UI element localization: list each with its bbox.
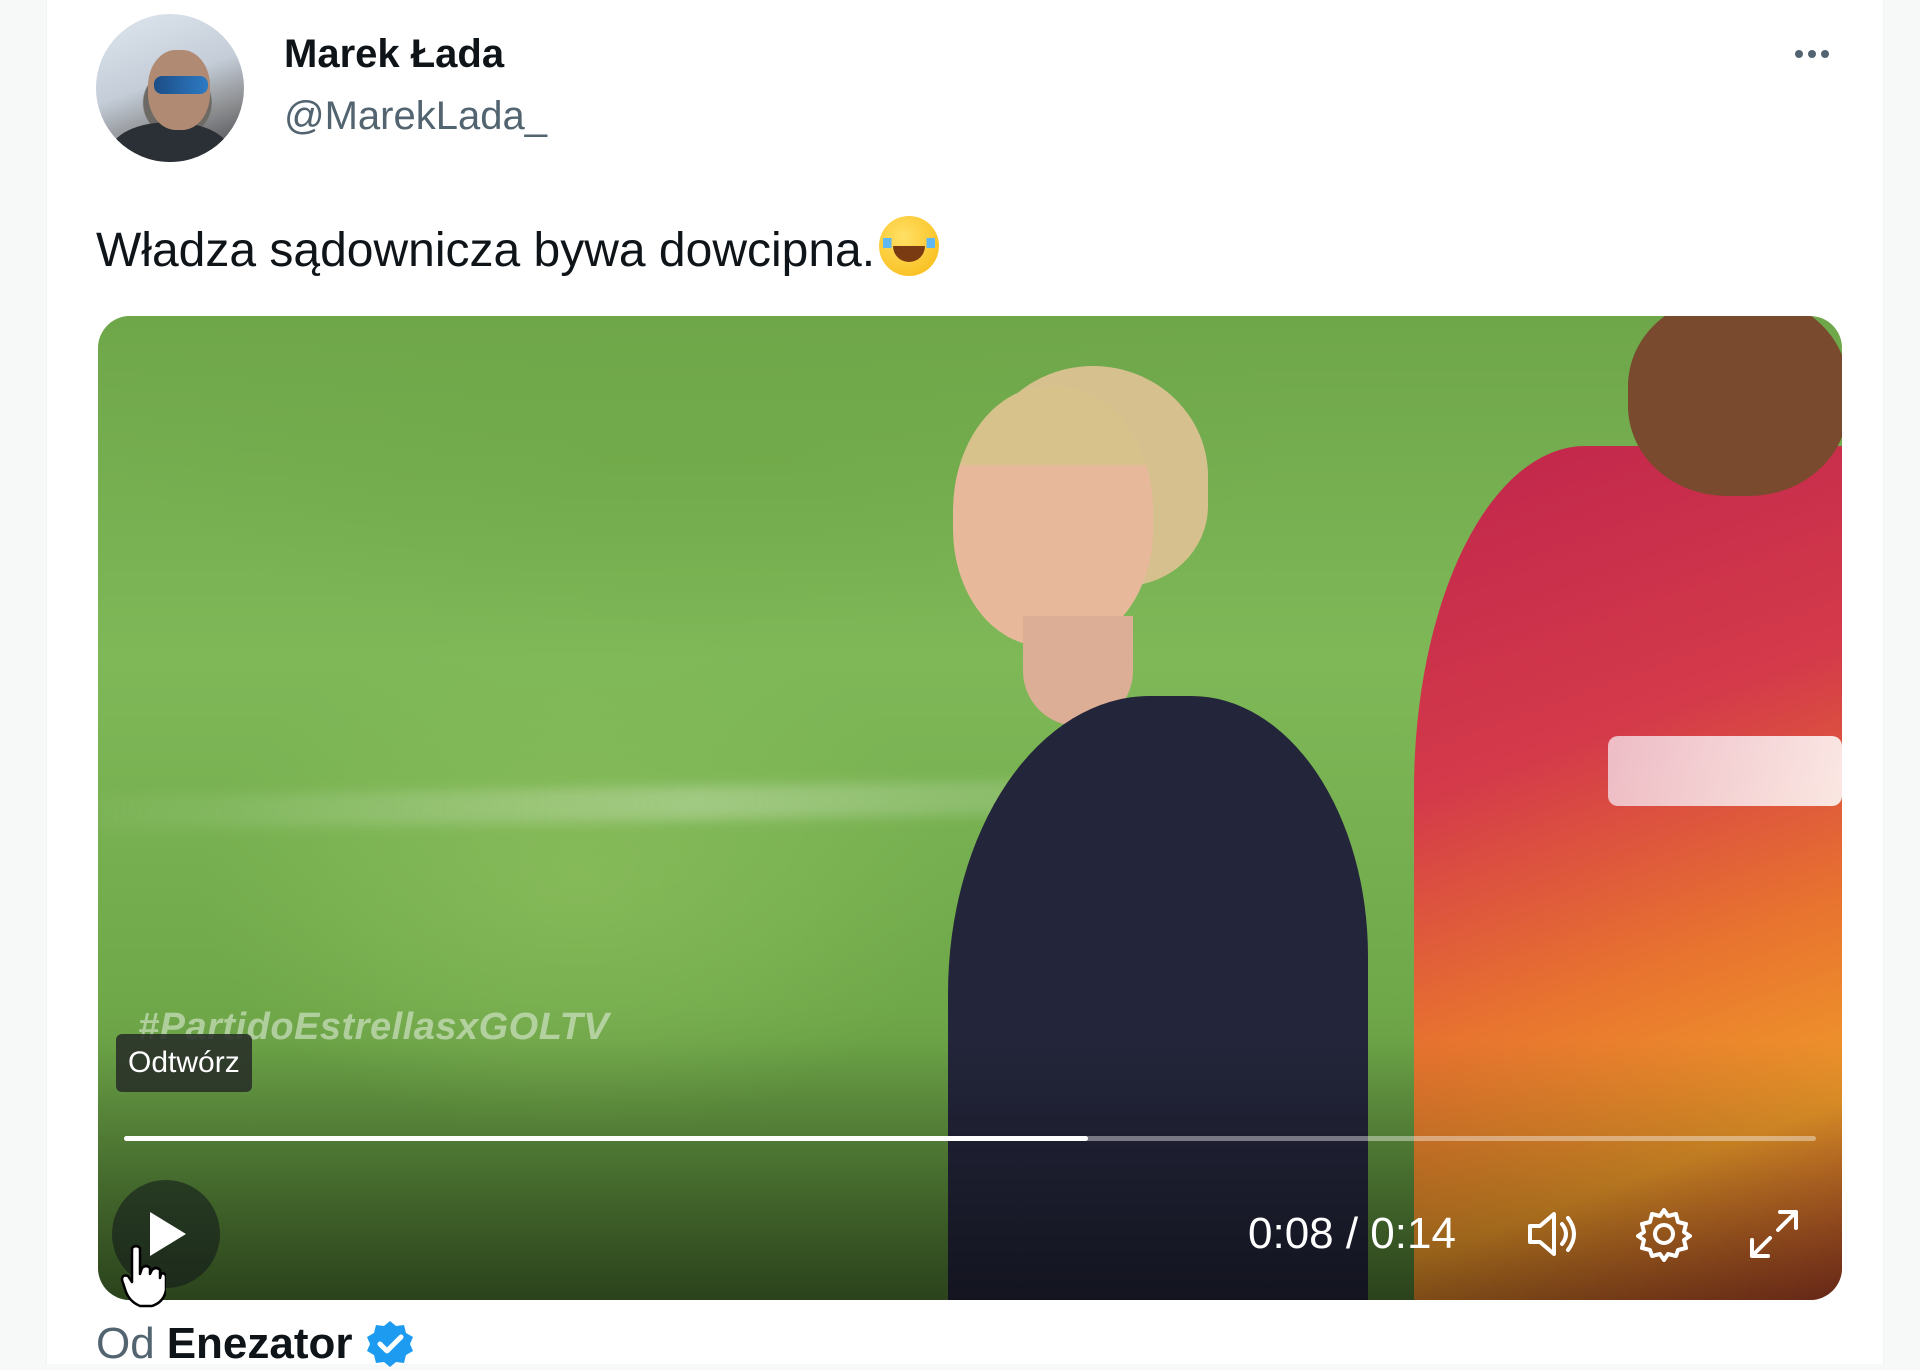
video-progress-bar[interactable]: [124, 1136, 1816, 1141]
attribution-prefix: Od: [96, 1319, 155, 1368]
video-time: 0:08 / 0:14: [1248, 1209, 1456, 1258]
video-referee-head: [953, 386, 1153, 646]
avatar[interactable]: [96, 14, 244, 162]
fullscreen-button[interactable]: [1742, 1202, 1806, 1266]
play-tooltip: Odtwórz: [116, 1034, 252, 1092]
avatar-sunglasses: [154, 76, 208, 94]
laughing-emoji-icon: [879, 216, 940, 276]
verified-badge-icon: [366, 1321, 413, 1367]
video-attribution: Od Enezator: [96, 1318, 415, 1370]
volume-button[interactable]: [1522, 1202, 1586, 1266]
volume-icon: [1528, 1212, 1576, 1256]
more-dot-icon: [1808, 50, 1816, 58]
tweet-text: Władza sądownicza bywa dowcipna.: [96, 216, 940, 279]
more-dot-icon: [1821, 50, 1829, 58]
video-player-head: [1628, 316, 1842, 496]
tweet-text-body: Władza sądownicza bywa dowcipna.: [96, 224, 876, 277]
video-progress-fill: [124, 1136, 1089, 1141]
more-options-button[interactable]: [1782, 32, 1842, 76]
attribution-source-link[interactable]: Enezator: [167, 1318, 353, 1370]
settings-gear-icon: [1636, 1208, 1692, 1262]
fullscreen-icon: [1750, 1210, 1798, 1258]
more-dot-icon: [1795, 50, 1803, 58]
video-armband: [1608, 736, 1842, 806]
video-player[interactable]: #PartidoEstrellasxGOLTV Odtwórz 0:08 / 0…: [98, 316, 1842, 1300]
settings-button[interactable]: [1632, 1202, 1696, 1266]
hand-pointer-cursor-icon: [120, 1244, 166, 1308]
author-display-name[interactable]: Marek Łada: [284, 30, 504, 78]
author-handle[interactable]: @MarekLada_: [284, 92, 547, 140]
